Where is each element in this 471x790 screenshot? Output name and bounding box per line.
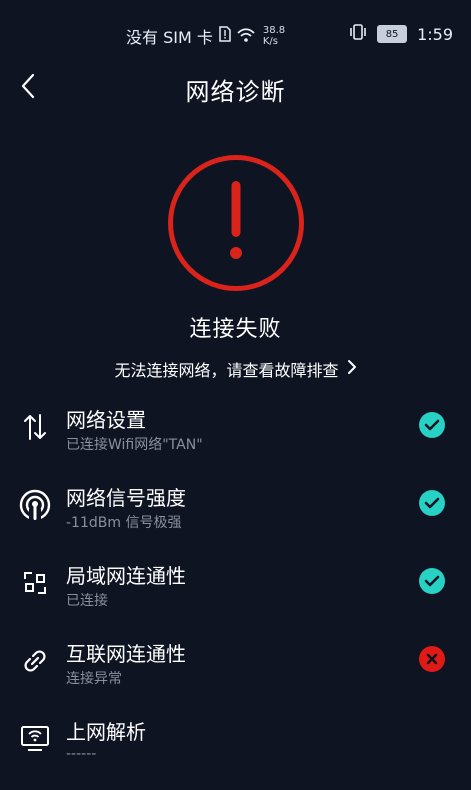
result-title: 连接失败 [189, 317, 282, 342]
check-list: 网络设置 已连接Wifi网络"TAN" 网络信号强度 -11dBm 信号极强 局… [0, 390, 471, 780]
status-bar-left-group: 没有 SIM 卡 38.8 K/s [126, 24, 285, 48]
check-row-signal-strength[interactable]: 网络信号强度 -11dBm 信号极强 [0, 468, 471, 546]
check-subtitle: 连接异常 [66, 671, 122, 687]
vibrate-icon [349, 24, 367, 44]
check-icon [419, 412, 445, 438]
chevron-right-icon [347, 359, 357, 379]
check-title: 上网解析 [66, 720, 146, 744]
lan-icon [18, 566, 52, 600]
wifi-icon [237, 27, 255, 46]
check-subtitle: -11dBm 信号极强 [66, 515, 182, 531]
monitor-wifi-icon [18, 722, 52, 756]
battery-indicator: 85 [377, 25, 408, 43]
check-row-dns[interactable]: 上网解析 ------ [0, 702, 471, 780]
network-speed: 38.8 K/s [263, 25, 285, 47]
status-bar-right-group: 85 1:59 [349, 24, 453, 44]
check-row-lan[interactable]: 局域网连通性 已连接 [0, 546, 471, 624]
carrier-label: 没有 SIM 卡 [126, 28, 213, 47]
sim-icon [219, 26, 231, 46]
signal-broadcast-icon [18, 488, 52, 522]
page-title: 网络诊断 [185, 78, 286, 106]
check-title: 网络信号强度 [66, 486, 186, 510]
status-bar: 没有 SIM 卡 38.8 K/s 85 1:59 [0, 0, 471, 70]
speed-value: 38.8 [262, 25, 286, 36]
check-title: 互联网连通性 [66, 642, 186, 666]
check-subtitle: ------ [66, 746, 97, 762]
troubleshoot-link[interactable]: 无法连接网络，请查看故障排查 [114, 357, 356, 381]
check-title: 局域网连通性 [66, 564, 186, 588]
check-title: 网络设置 [66, 408, 146, 432]
diagnosis-result: 连接失败 无法连接网络，请查看故障排查 [0, 155, 471, 381]
check-subtitle: 已连接 [66, 593, 108, 609]
check-icon [419, 490, 445, 516]
exclamation-icon [226, 181, 246, 265]
error-status-circle [167, 155, 304, 291]
check-row-network-settings[interactable]: 网络设置 已连接Wifi网络"TAN" [0, 390, 471, 468]
troubleshoot-link-text: 无法连接网络，请查看故障排查 [114, 361, 339, 380]
check-subtitle: 已连接Wifi网络"TAN" [66, 437, 203, 453]
cross-icon [419, 646, 445, 672]
link-icon [18, 644, 52, 678]
transfer-arrows-icon [18, 410, 52, 444]
check-row-internet[interactable]: 互联网连通性 连接异常 [0, 624, 471, 702]
clock: 1:59 [417, 24, 453, 44]
app-header: 网络诊断 [0, 70, 471, 108]
check-icon [419, 568, 445, 594]
speed-unit: K/s [262, 36, 278, 47]
